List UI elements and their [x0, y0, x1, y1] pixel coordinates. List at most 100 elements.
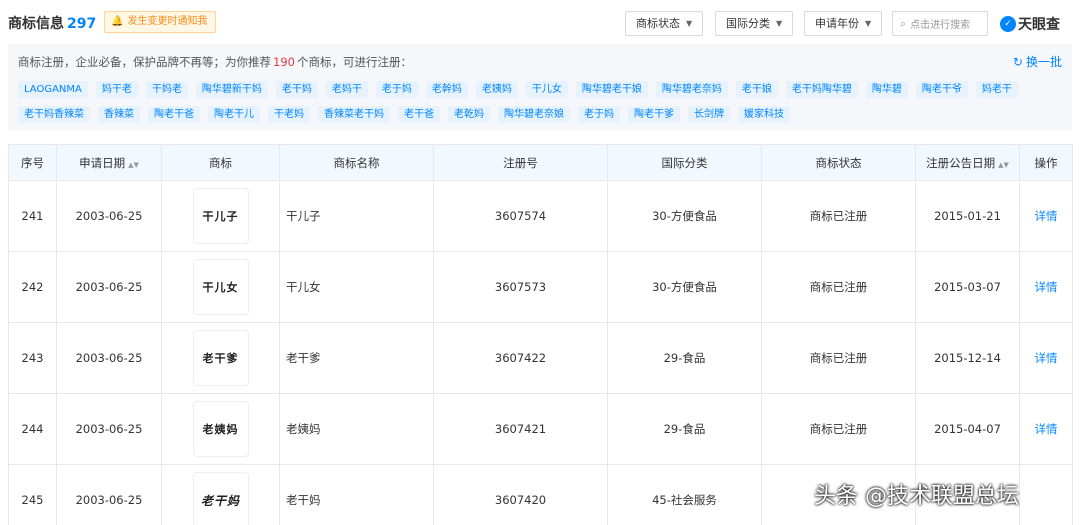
detail-link[interactable]: 详情 [1035, 351, 1058, 365]
recommend-tag[interactable]: 陶华碧老干娘 [575, 81, 648, 98]
caret-down-icon: ▼ [865, 19, 872, 28]
recommend-tag[interactable]: 长剑牌 [688, 106, 730, 123]
col-status: 商标状态 [761, 144, 916, 181]
sort-icon[interactable]: ▲▼ [128, 161, 139, 169]
trademark-logo-image[interactable]: 干儿子 [192, 188, 249, 244]
recommend-tag[interactable]: 干老妈 [268, 106, 310, 123]
recommend-tag[interactable]: 陶华碧 [865, 81, 908, 98]
trademark-table: 序号 申请日期 ▲▼ 商标 商标名称 注册号 国际分类 商标状态 注册公告日期 ▲▼… [8, 144, 1073, 525]
recommend-tag[interactable]: 陶华碧新干妈 [195, 81, 268, 98]
row-class: 45-社会服务 [607, 464, 762, 525]
table-header-row: 序号 申请日期 ▲▼ 商标 商标名称 注册号 国际分类 商标状态 注册公告日期 ▲▼… [8, 144, 1073, 181]
recommend-tag[interactable]: 陶老干爹 [628, 106, 680, 123]
detail-link[interactable]: 详情 [1035, 280, 1058, 294]
row-pub-date: 2015-03-07 [915, 251, 1020, 323]
row-pub-date: 2015-01-21 [915, 180, 1020, 252]
recommend-tag[interactable]: 妈干老 [95, 81, 138, 98]
recommend-tag[interactable]: 老妈干 [325, 81, 368, 98]
recommend-tag[interactable]: 香辣菜老干妈 [318, 106, 390, 123]
trademark-count: 297 [67, 16, 97, 32]
header-bar: 商标信息 297 🔔 发生变更时通知我 商标状态 ▼ 国际分类 ▼ 申请年份 ▼ ⌕ 点击进… [0, 0, 1080, 44]
recommend-tag[interactable]: 干妈老 [145, 81, 188, 98]
refresh-icon: ↻ [1012, 54, 1023, 69]
row-apply-date: 2003-06-25 [56, 464, 162, 525]
notify-change-button[interactable]: 🔔 发生变更时通知我 [104, 11, 217, 33]
recommend-tag[interactable]: 老于妈 [375, 81, 418, 98]
table-row: 242 2003-06-25 干儿女 干儿女 3607573 30-方便食品 商标已注册 20… [8, 251, 1073, 323]
search-icon: ⌕ [900, 16, 907, 30]
caret-down-icon: ▼ [686, 19, 693, 28]
trademark-logo-image[interactable]: 老干妈 [192, 472, 249, 525]
swap-batch-button[interactable]: ↻ 换一批 [1013, 53, 1062, 70]
recommend-tag[interactable]: 陶华碧老奈娘 [498, 106, 570, 123]
row-logo: 老干妈 [161, 464, 280, 525]
table-row: 244 2003-06-25 老姨妈 老姨妈 3607421 29-食品 商标已注册 2015… [8, 393, 1073, 465]
search-input[interactable]: ⌕ 点击进行搜索 [892, 11, 988, 36]
row-index: 243 [8, 322, 57, 394]
sort-icon[interactable]: ▲▼ [998, 161, 1009, 169]
col-reg-no: 注册号 [433, 144, 608, 181]
recommend-tag[interactable]: LAOGANMA [18, 81, 88, 98]
row-status: 商标已注册 [761, 393, 916, 465]
row-apply-date: 2003-06-25 [56, 322, 162, 394]
recommend-tag[interactable]: 香辣菜 [98, 106, 140, 123]
filter-status-dropdown[interactable]: 商标状态 ▼ [625, 11, 704, 36]
recommend-tag[interactable]: 老姨妈 [475, 81, 518, 98]
row-trademark-name: 老干妈 [279, 464, 434, 525]
recommend-tag[interactable]: 媛家科技 [738, 106, 790, 123]
recommend-tag[interactable]: 老于妈 [578, 106, 620, 123]
row-action: 详情 [1019, 322, 1073, 394]
recommend-tag[interactable]: 陶华碧老奈妈 [655, 81, 728, 98]
filter-class-dropdown[interactable]: 国际分类 ▼ [715, 11, 794, 36]
row-apply-date: 2003-06-25 [56, 393, 162, 465]
recommend-tag[interactable]: 陶老干儿 [208, 106, 260, 123]
row-index: 245 [8, 464, 57, 525]
detail-link[interactable]: 详情 [1035, 422, 1058, 436]
row-index: 244 [8, 393, 57, 465]
recommend-tag[interactable]: 陶老干爸 [148, 106, 200, 123]
recommend-tag[interactable]: 老幹妈 [425, 81, 468, 98]
detail-link[interactable]: 详情 [1035, 209, 1058, 223]
brand-logo: ✓ 天眼查 [1000, 14, 1060, 34]
row-action: 详情 [1019, 180, 1073, 252]
page-title: 商标信息 297 [8, 16, 97, 32]
tianyancha-logo-icon: ✓ [1000, 16, 1016, 32]
row-status: 商标已注册 [761, 322, 916, 394]
row-trademark-name: 干儿子 [279, 180, 434, 252]
col-apply-date[interactable]: 申请日期 ▲▼ [56, 144, 162, 181]
trademark-logo-image[interactable]: 干儿女 [192, 259, 249, 315]
caret-down-icon: ▼ [776, 19, 783, 28]
recommend-panel: 商标注册，企业必备，保护品牌不再等；为你推荐 190 个商标，可进行注册： ↻ 换一批… [8, 44, 1072, 130]
row-pub-date: 2015-04-07 [915, 393, 1020, 465]
row-logo: 老干爹 [161, 322, 280, 394]
row-reg-no: 3607573 [433, 251, 608, 323]
col-class: 国际分类 [607, 144, 762, 181]
recommend-tag[interactable]: 老干妈陶华碧 [785, 81, 858, 98]
row-reg-no: 3607420 [433, 464, 608, 525]
recommend-tag[interactable]: 老干妈 [275, 81, 318, 98]
trademark-logo-image[interactable]: 老姨妈 [192, 401, 249, 457]
row-pub-date: 2015-12-14 [915, 322, 1020, 394]
row-action [1019, 464, 1073, 525]
recommend-text: 商标注册，企业必备，保护品牌不再等；为你推荐 190 个商标，可进行注册： [18, 55, 412, 69]
table-row: 241 2003-06-25 干儿子 干儿子 3607574 30-方便食品 商标已注册 20… [8, 180, 1073, 252]
row-index: 241 [8, 180, 57, 252]
trademark-logo-image[interactable]: 老干爹 [192, 330, 249, 386]
row-reg-no: 3607422 [433, 322, 608, 394]
watermark: 头条 @技术联盟总坛 [814, 484, 1019, 509]
row-reg-no: 3607421 [433, 393, 608, 465]
row-trademark-name: 干儿女 [279, 251, 434, 323]
col-pub-date[interactable]: 注册公告日期 ▲▼ [915, 144, 1020, 181]
row-class: 30-方便食品 [607, 251, 762, 323]
recommend-tag[interactable]: 干儿女 [525, 81, 568, 98]
row-action: 详情 [1019, 393, 1073, 465]
row-logo: 干儿女 [161, 251, 280, 323]
recommend-tag[interactable]: 老干娘 [735, 81, 778, 98]
table-row: 243 2003-06-25 老干爹 老干爹 3607422 29-食品 商标已注册 2015… [8, 322, 1073, 394]
recommend-tag[interactable]: 老干爸 [398, 106, 440, 123]
recommend-tag[interactable]: 陶老干爷 [915, 81, 968, 98]
recommend-tag[interactable]: 老乾妈 [448, 106, 490, 123]
filter-year-dropdown[interactable]: 申请年份 ▼ [804, 11, 883, 36]
recommend-tag[interactable]: 妈老干 [975, 81, 1018, 98]
recommend-tag[interactable]: 老干妈香辣菜 [18, 106, 90, 123]
